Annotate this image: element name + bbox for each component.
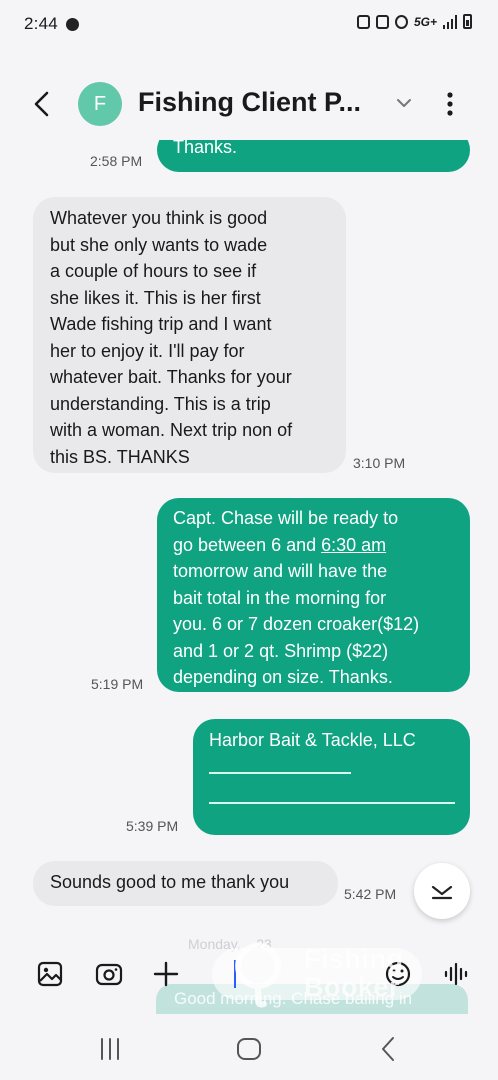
more-options-icon[interactable] — [440, 90, 460, 118]
message-bubble-incoming[interactable]: Sounds good to me thank you — [33, 861, 338, 906]
conversation-header: F Fishing Client P... — [0, 76, 498, 132]
home-icon[interactable] — [234, 1034, 264, 1064]
message-timestamp: 2:58 PM — [90, 153, 143, 169]
camera-icon[interactable] — [95, 960, 123, 988]
nfc-icon — [375, 14, 389, 29]
avatar[interactable]: F — [78, 82, 122, 126]
status-bar: 2:44 5G+ — [0, 0, 498, 48]
redacted-line — [209, 771, 351, 774]
avatar-letter: F — [93, 92, 107, 115]
message-timestamp: 5:39 PM — [126, 818, 179, 834]
system-navigation-bar — [0, 1020, 498, 1080]
time-link[interactable]: 6:30 am — [321, 535, 386, 555]
message-timestamp: 5:42 PM — [344, 886, 397, 902]
message-bubble-outgoing[interactable]: Harbor Bait & Tackle, LLC — [193, 719, 470, 835]
chevron-down-icon — [431, 885, 453, 900]
battery-icon — [463, 14, 472, 29]
lock-icon — [356, 14, 370, 29]
status-time: 2:44 — [24, 14, 58, 33]
message-timestamp: 3:10 PM — [353, 455, 406, 471]
watermark-text: Booker — [304, 972, 401, 1002]
redacted-line — [209, 801, 455, 804]
network-label: 5G+ — [413, 14, 437, 29]
chevron-down-icon[interactable] — [394, 93, 414, 113]
nav-back-icon[interactable] — [374, 1034, 404, 1064]
back-arrow-icon[interactable] — [30, 90, 54, 118]
scroll-to-bottom-button[interactable] — [414, 863, 470, 919]
message-bubble-outgoing[interactable]: Capt. Chase will be ready to go between … — [157, 498, 470, 692]
message-clip: Thanks. — [0, 140, 498, 180]
recent-apps-icon[interactable] — [95, 1034, 125, 1064]
watermark-text: Fishing — [304, 944, 404, 974]
fishingbooker-watermark: Fishing Booker — [212, 942, 442, 1008]
business-name: Harbor Bait & Tackle, LLC — [209, 730, 416, 750]
conversation-title[interactable]: Fishing Client P... — [138, 87, 373, 118]
plus-icon[interactable] — [152, 960, 180, 988]
signal-icon — [443, 14, 457, 29]
status-icons: 5G+ — [356, 14, 472, 29]
alarm-icon — [394, 14, 408, 29]
message-timestamp: 5:19 PM — [91, 676, 144, 692]
timer-icon — [65, 17, 79, 31]
voice-input-icon[interactable] — [443, 960, 471, 988]
watermark-logo-icon — [235, 943, 281, 1008]
gallery-icon[interactable] — [36, 960, 64, 988]
message-bubble-incoming[interactable]: Whatever you think is good but she only … — [33, 197, 346, 473]
message-bubble-outgoing[interactable]: Thanks. — [157, 140, 470, 172]
